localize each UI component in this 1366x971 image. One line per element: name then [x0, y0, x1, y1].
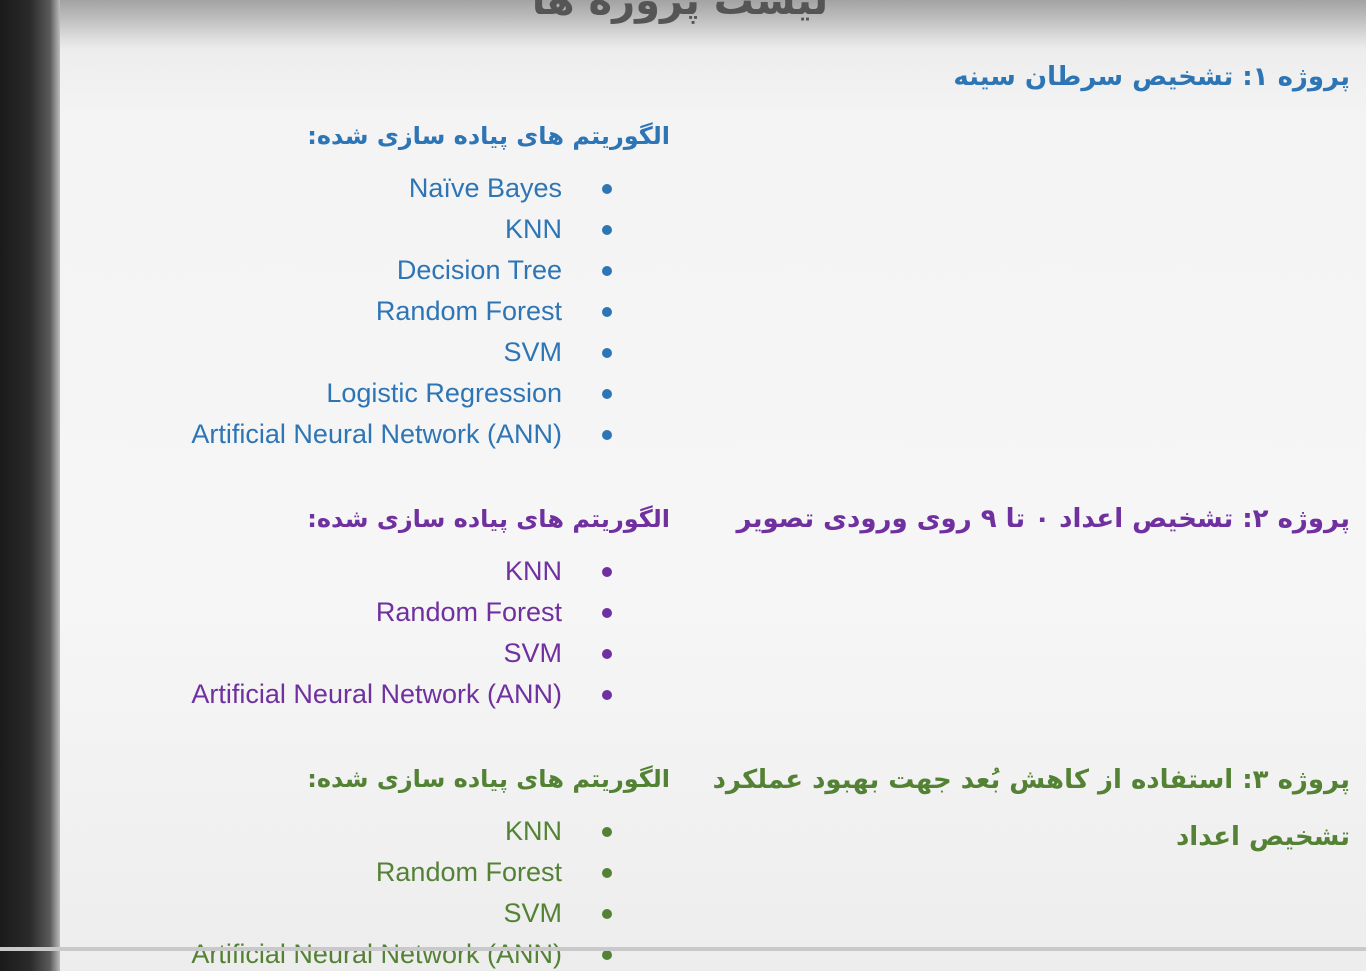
list-item: KNN	[60, 551, 620, 592]
algorithm-name: KNN	[504, 816, 562, 846]
bullet-icon	[602, 430, 612, 440]
list-item: SVM	[60, 332, 620, 373]
bullet-icon	[602, 690, 612, 700]
list-item: Random Forest	[60, 852, 620, 893]
bullet-icon	[602, 184, 612, 194]
project-1-algorithms-header: الگوریتم های پیاده سازی شده:	[307, 122, 670, 150]
video-progress-track[interactable]	[0, 947, 1366, 951]
list-item: Random Forest	[60, 592, 620, 633]
bullet-icon	[602, 909, 612, 919]
project-2-title: پروژه ۲: تشخیص اعداد ۰ تا ۹ روی ورودی تص…	[736, 504, 1350, 534]
algorithm-name: Random Forest	[375, 597, 562, 627]
list-item: KNN	[60, 209, 620, 250]
list-item: SVM	[60, 893, 620, 934]
algorithm-name: SVM	[503, 898, 562, 928]
algorithm-name: Naïve Bayes	[408, 173, 562, 203]
project-3-title-line2: تشخیص اعداد	[1175, 822, 1350, 852]
algorithm-name: Artificial Neural Network (ANN)	[191, 419, 562, 449]
bullet-icon	[602, 827, 612, 837]
bullet-icon	[602, 266, 612, 276]
project-2-algorithms-header: الگوریتم های پیاده سازی شده:	[307, 505, 670, 533]
bullet-icon	[602, 649, 612, 659]
algorithm-name: KNN	[504, 556, 562, 586]
list-item: KNN	[60, 811, 620, 852]
bullet-icon	[602, 348, 612, 358]
algorithm-name: Random Forest	[375, 857, 562, 887]
list-item: Artificial Neural Network (ANN)	[60, 674, 620, 715]
list-item: Logistic Regression	[60, 373, 620, 414]
project-1-algorithm-list: Naïve Bayes KNN Decision Tree Random For…	[60, 168, 620, 455]
project-1-title: پروژه ۱: تشخیص سرطان سینه	[953, 62, 1350, 92]
list-item: SVM	[60, 633, 620, 674]
algorithm-name: Artificial Neural Network (ANN)	[191, 679, 562, 709]
list-item: Artificial Neural Network (ANN)	[60, 934, 620, 971]
algorithm-name: Decision Tree	[396, 255, 562, 285]
slide-title: لیست پروژه ها	[531, 0, 829, 24]
bullet-icon	[602, 868, 612, 878]
bullet-icon	[602, 950, 612, 960]
algorithm-name: SVM	[503, 638, 562, 668]
project-2-algorithm-list: KNN Random Forest SVM Artificial Neural …	[60, 551, 620, 715]
project-3-algorithms-header: الگوریتم های پیاده سازی شده:	[307, 765, 670, 793]
player-left-edge	[0, 0, 60, 971]
bullet-icon	[602, 567, 612, 577]
bullet-icon	[602, 389, 612, 399]
list-item: Naïve Bayes	[60, 168, 620, 209]
bullet-icon	[602, 608, 612, 618]
algorithm-name: SVM	[503, 337, 562, 367]
list-item: Artificial Neural Network (ANN)	[60, 414, 620, 455]
list-item: Decision Tree	[60, 250, 620, 291]
bullet-icon	[602, 225, 612, 235]
algorithm-name: Artificial Neural Network (ANN)	[191, 939, 562, 969]
list-item: Random Forest	[60, 291, 620, 332]
algorithm-name: Logistic Regression	[326, 378, 562, 408]
bullet-icon	[602, 307, 612, 317]
algorithm-name: KNN	[504, 214, 562, 244]
project-3-title: پروژه ۳: استفاده از کاهش بُعد جهت بهبود …	[712, 765, 1350, 795]
algorithm-name: Random Forest	[375, 296, 562, 326]
